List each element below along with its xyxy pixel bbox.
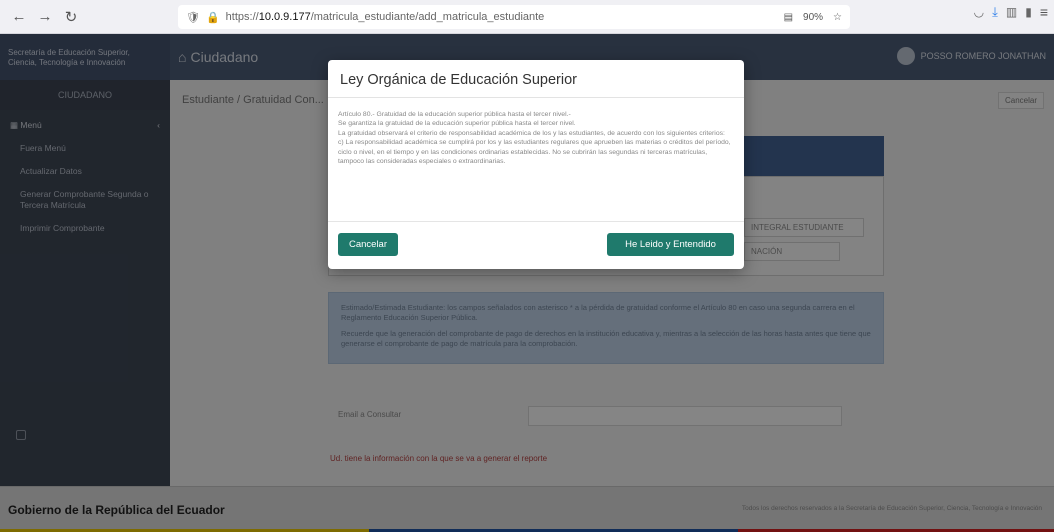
extension-icon[interactable]: ▮ — [1025, 5, 1032, 19]
address-bar[interactable]: 🛡 🔒 https://10.0.9.177/matricula_estudia… — [178, 5, 850, 29]
bookmark-star-icon[interactable]: ☆ — [833, 12, 842, 23]
modal-footer: Cancelar He Leido y Entendido — [328, 222, 744, 268]
accept-button[interactable]: He Leido y Entendido — [607, 233, 734, 256]
lock-icon: 🔒 — [205, 11, 220, 24]
pocket-icon[interactable]: ◡ — [974, 5, 984, 19]
shield-icon: 🛡 — [186, 11, 200, 24]
reader-view-icon[interactable]: ▤ — [784, 12, 793, 23]
zoom-level[interactable]: 90% — [803, 12, 823, 23]
modal-line: Artículo 80.- Gratuidad de la educación … — [338, 111, 571, 118]
back-arrow-icon[interactable]: ← — [6, 4, 32, 30]
forward-arrow-icon[interactable]: → — [32, 4, 58, 30]
modal-title: Ley Orgánica de Educación Superior — [328, 60, 744, 98]
modal-line: c) La responsabilidad académica se cumpl… — [338, 139, 731, 166]
law-modal: Ley Orgánica de Educación Superior Artíc… — [328, 60, 744, 269]
cancel-button[interactable]: Cancelar — [338, 233, 398, 256]
library-icon[interactable]: ▥ — [1006, 5, 1017, 19]
browser-toolbar: ← → ↻ 🛡 🔒 https://10.0.9.177/matricula_e… — [0, 0, 1054, 34]
modal-line: La gratuidad observará el criterio de re… — [338, 129, 725, 137]
url-text: https://10.0.9.177/matricula_estudiante/… — [225, 11, 545, 23]
modal-line: Se garantiza la gratuidad de la educació… — [338, 120, 576, 128]
download-icon[interactable]: ⤓ — [992, 4, 998, 20]
menu-hamburger-icon[interactable]: ≡ — [1040, 4, 1048, 20]
modal-body: Artículo 80.- Gratuidad de la educación … — [328, 98, 744, 222]
reload-icon[interactable]: ↻ — [58, 4, 84, 30]
